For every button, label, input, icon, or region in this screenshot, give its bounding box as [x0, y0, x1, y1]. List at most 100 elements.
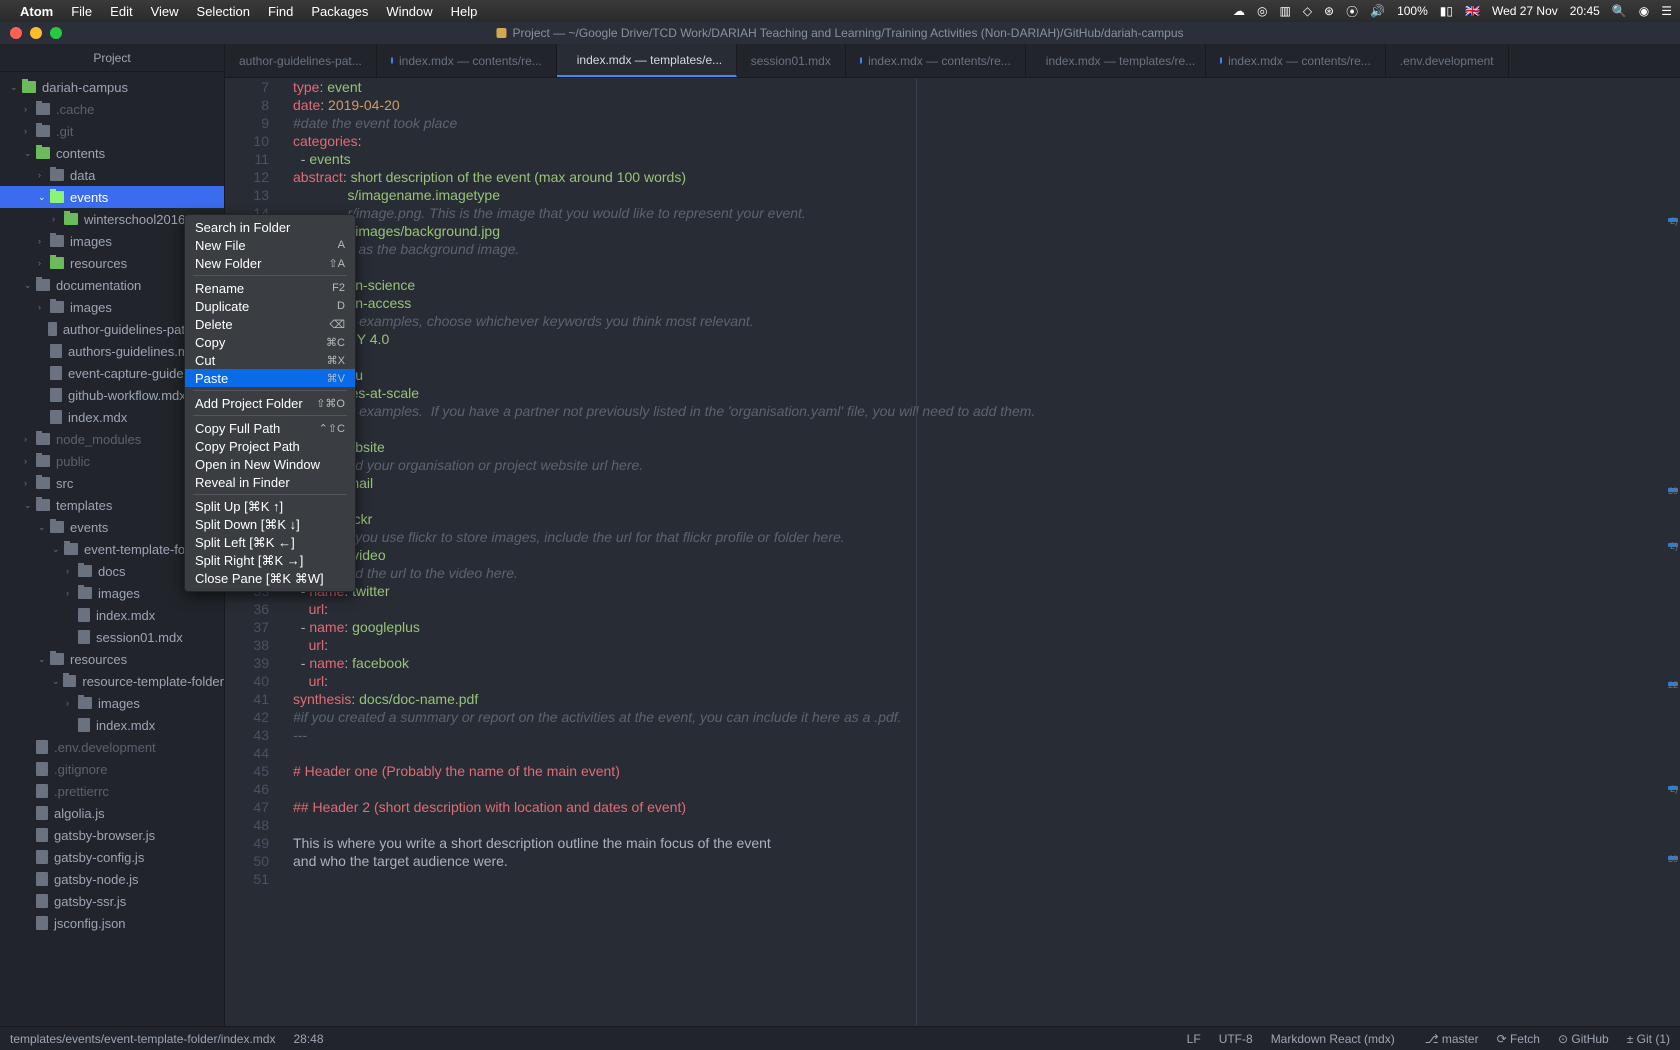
minimize-window-button[interactable]: [30, 27, 42, 39]
context-menu-item[interactable]: New Folder⇧A: [185, 254, 355, 272]
status-git[interactable]: ± Git (1): [1627, 1032, 1670, 1046]
context-menu-item[interactable]: Reveal in Finder: [185, 473, 355, 491]
tree-folder[interactable]: ⌄resource-template-folder: [0, 670, 224, 692]
context-menu-item[interactable]: DuplicateD: [185, 297, 355, 315]
menu-hamburger-icon[interactable]: ☰: [1661, 4, 1672, 18]
context-menu-item[interactable]: Delete⌫: [185, 315, 355, 333]
context-menu-item[interactable]: Search in Folder: [185, 218, 355, 236]
context-menu-item[interactable]: Copy⌘C: [185, 333, 355, 351]
status-encoding[interactable]: UTF-8: [1219, 1032, 1253, 1046]
window-title: Project — ~/Google Drive/TCD Work/DARIAH…: [496, 26, 1183, 40]
status-path[interactable]: templates/events/event-template-folder/i…: [10, 1032, 275, 1046]
status-fetch[interactable]: ⟳ Fetch: [1497, 1032, 1540, 1046]
battery-icon[interactable]: ▮▯: [1440, 4, 1453, 18]
macos-menubar: Atom File Edit View Selection Find Packa…: [0, 0, 1680, 22]
project-header: Project: [0, 44, 224, 72]
dropbox-icon[interactable]: ◇: [1303, 4, 1312, 18]
menu-item-label: Copy Full Path: [195, 421, 280, 436]
file-icon: [78, 718, 90, 732]
tree-label: templates: [56, 498, 112, 513]
menu-item-label: Open in New Window: [195, 457, 320, 472]
editor-tab[interactable]: index.mdx — contents/re...: [846, 44, 1026, 77]
tree-folder[interactable]: ⌄dariah-campus: [0, 76, 224, 98]
editor-tab[interactable]: index.mdx — contents/re...: [377, 44, 557, 77]
tree-file[interactable]: gatsby-config.js: [0, 846, 224, 868]
wifi-icon[interactable]: ⦿: [1346, 3, 1358, 20]
context-menu-item[interactable]: Split Right [⌘K →]: [185, 552, 355, 570]
context-menu-item[interactable]: Cut⌘X: [185, 351, 355, 369]
editor-tab[interactable]: session01.mdx: [737, 44, 846, 77]
tree-file[interactable]: gatsby-browser.js: [0, 824, 224, 846]
context-menu-item[interactable]: Open in New Window: [185, 455, 355, 473]
menu-view[interactable]: View: [151, 4, 179, 19]
context-menu-item[interactable]: Split Left [⌘K ←]: [185, 534, 355, 552]
context-menu-item[interactable]: Split Up [⌘K ↑]: [185, 498, 355, 516]
context-menu-item[interactable]: Split Down [⌘K ↓]: [185, 516, 355, 534]
menu-app[interactable]: Atom: [20, 4, 53, 19]
tree-folder[interactable]: ⌄resources: [0, 648, 224, 670]
search-icon[interactable]: 🔍: [1612, 4, 1627, 18]
tree-file[interactable]: .gitignore: [0, 758, 224, 780]
cloud-icon[interactable]: ☁︎: [1233, 4, 1245, 18]
folder-icon: [36, 455, 50, 467]
close-window-button[interactable]: [10, 27, 22, 39]
tree-file[interactable]: .prettierrc: [0, 780, 224, 802]
menu-selection[interactable]: Selection: [197, 4, 250, 19]
context-menu-item[interactable]: RenameF2: [185, 279, 355, 297]
tree-file[interactable]: .env.development: [0, 736, 224, 758]
dock-icon[interactable]: ▥: [1279, 4, 1290, 18]
tree-label: images: [70, 300, 112, 315]
context-menu-item[interactable]: Close Pane [⌘K ⌘W]: [185, 570, 355, 588]
context-menu-item[interactable]: New FileA: [185, 236, 355, 254]
editor-tab[interactable]: index.mdx — templates/re...: [1026, 44, 1206, 77]
menu-file[interactable]: File: [71, 4, 92, 19]
tree-file[interactable]: session01.mdx: [0, 626, 224, 648]
menu-item-shortcut: F2: [332, 282, 345, 294]
tree-file[interactable]: gatsby-node.js: [0, 868, 224, 890]
menu-window[interactable]: Window: [386, 4, 432, 19]
volume-icon[interactable]: 🔊: [1370, 4, 1385, 18]
tree-folder[interactable]: ›images: [0, 692, 224, 714]
tree-file[interactable]: index.mdx: [0, 604, 224, 626]
menu-packages[interactable]: Packages: [311, 4, 368, 19]
flag-icon[interactable]: 🇬🇧: [1465, 4, 1480, 18]
menubar-date[interactable]: Wed 27 Nov: [1492, 4, 1558, 18]
tree-folder[interactable]: ›.cache: [0, 98, 224, 120]
menu-item-label: Split Left [⌘K ←]: [195, 535, 295, 551]
status-github[interactable]: ⊙ GitHub: [1558, 1032, 1609, 1046]
status-cursor[interactable]: 28:48: [293, 1032, 323, 1046]
battery-percent[interactable]: 100%: [1397, 4, 1428, 18]
context-menu-item[interactable]: Paste⌘V: [185, 369, 355, 387]
tree-file[interactable]: jsconfig.json: [0, 912, 224, 934]
sync-icon[interactable]: ◎: [1257, 4, 1267, 18]
tree-folder[interactable]: ›data: [0, 164, 224, 186]
tree-label: index.mdx: [96, 718, 155, 733]
menu-find[interactable]: Find: [268, 4, 293, 19]
menu-item-label: Duplicate: [195, 299, 249, 314]
maximize-window-button[interactable]: [50, 27, 62, 39]
menu-edit[interactable]: Edit: [110, 4, 132, 19]
editor-tab[interactable]: .env.development: [1386, 44, 1509, 77]
tree-file[interactable]: algolia.js: [0, 802, 224, 824]
tree-folder[interactable]: ⌄events: [0, 186, 224, 208]
editor[interactable]: 7891011121314151617181920212223242526272…: [225, 78, 1680, 1026]
context-menu-item[interactable]: Copy Full Path⌃⇧C: [185, 419, 355, 437]
status-line-ending[interactable]: LF: [1187, 1032, 1201, 1046]
status-language[interactable]: Markdown React (mdx): [1271, 1032, 1395, 1046]
context-menu-item[interactable]: Add Project Folder⇧⌘O: [185, 394, 355, 412]
code-area[interactable]: type: eventdate: 2019-04-20#date the eve…: [283, 78, 1680, 1026]
tree-folder[interactable]: ›.git: [0, 120, 224, 142]
menubar-time[interactable]: 20:45: [1570, 4, 1600, 18]
context-menu-item[interactable]: Copy Project Path: [185, 437, 355, 455]
status-branch[interactable]: ⎇ master: [1425, 1032, 1479, 1046]
menu-help[interactable]: Help: [451, 4, 478, 19]
tree-file[interactable]: gatsby-ssr.js: [0, 890, 224, 912]
tree-folder[interactable]: ⌄contents: [0, 142, 224, 164]
editor-tab[interactable]: index.mdx — contents/re...: [1206, 44, 1386, 77]
editor-tab[interactable]: index.mdx — templates/e...: [557, 44, 737, 77]
tree-file[interactable]: index.mdx: [0, 714, 224, 736]
updates-icon[interactable]: ⊛: [1324, 4, 1334, 18]
siri-icon[interactable]: ◉: [1639, 4, 1649, 18]
editor-tab[interactable]: author-guidelines-pat...: [225, 44, 377, 77]
tree-label: docs: [98, 564, 125, 579]
